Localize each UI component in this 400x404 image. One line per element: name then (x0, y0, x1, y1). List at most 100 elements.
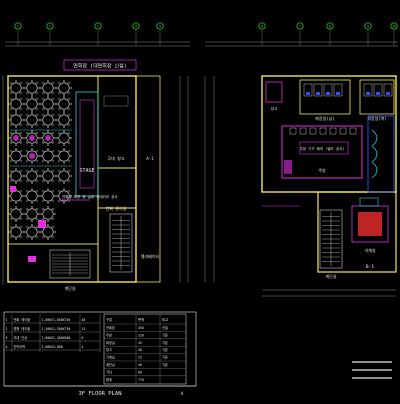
schedule-frame (103, 313, 187, 385)
right-floor-plan: 화장실(남) 화장실(여) 주방 주방 기구 배치 (별도 공사) 창고 기계실… (204, 41, 398, 282)
grid-bubble: 6 (258, 22, 266, 46)
schedule-cell: 60 (138, 370, 142, 374)
room-label-storage: 무대 창고 (107, 155, 124, 161)
restroom-zone (299, 79, 351, 115)
cad-canvas: 1 2 3 4 5 6 7 8 9 10 연회장 (대연회장 신설) STAGE 무대 창고 연회… (2, 22, 398, 397)
grid-bubble: 4 (132, 22, 140, 46)
legend-cell: 1,500X1,500X750 (42, 327, 71, 331)
legend-cell: 원형 테이블 (14, 326, 31, 331)
grid-label: 5 (159, 25, 161, 29)
grid-label: 7 (299, 25, 301, 29)
room-label-wc-m: 화장실(남) (315, 115, 335, 121)
legend-cell: 1,800X1,800X750 (42, 318, 71, 322)
toilet-stall (333, 83, 343, 97)
kitchen-unit (299, 127, 307, 135)
banquet-tables (8, 80, 72, 240)
stair-treads (112, 216, 130, 270)
round-table (40, 188, 56, 204)
round-table (24, 80, 40, 96)
schedule-cell: 기계실 (106, 355, 115, 360)
schedule-cell: 기존 (162, 347, 168, 352)
toilet-stall (303, 83, 313, 97)
grid-bubble: 8 (326, 22, 334, 46)
room-label-prep: 연회 준비실 (106, 205, 127, 211)
round-table (40, 96, 56, 112)
schedule-cell: 40 (138, 363, 142, 367)
legend-cell: 무대 단상 (14, 335, 28, 340)
cad-drawing-sheet: 1 2 3 4 5 6 7 8 9 10 연회장 (대연회장 신설) STAGE 무대 창고 연회… (0, 0, 400, 400)
round-table (8, 96, 24, 112)
schedule-cell: 기타 (106, 369, 112, 374)
schedule-cell: 기존 (162, 340, 168, 345)
schedule-cell: 25 (138, 356, 142, 360)
room-label-storage-r: 창고 (271, 106, 278, 111)
stage-label: STAGE (79, 168, 94, 174)
round-table (56, 148, 72, 164)
kitchen-unit (309, 127, 317, 135)
legend-cell: 1,800X2,400X600 (42, 336, 71, 340)
machine-equipment (358, 212, 382, 236)
legend-cell: 4 (6, 345, 8, 349)
schedule-cell: 45 (138, 341, 142, 345)
room-label-stair: 계단실 (64, 285, 75, 291)
legend-cell: 3 (6, 336, 8, 340)
grid-label: 9 (367, 25, 369, 29)
round-table (56, 96, 72, 112)
outer-wall (7, 75, 137, 283)
room-wall (97, 75, 137, 169)
head-table-marker (45, 135, 51, 141)
stage-platform (79, 99, 95, 189)
grid-bubble: 3 (94, 22, 102, 46)
legend-cell: 연회 테이블 (14, 317, 31, 322)
kitchen-unit (349, 127, 357, 135)
grid-bubble: 1 (14, 22, 22, 46)
schedule-cell: 450 (138, 326, 144, 330)
equipment-legend: 1 연회 테이블 1,800X1,800X750 48 2 원형 테이블 1,500X1,5… (3, 314, 101, 352)
right-note: 주방 기구 배치 (별도 공사) (300, 146, 345, 151)
stair-treads (322, 212, 340, 266)
left-floor-plan: 연회장 (대연회장 신설) STAGE 무대 창고 연회장 확장 및 실내 인테… (2, 41, 190, 291)
schedule-header: 면적 (138, 317, 144, 322)
round-table (8, 80, 24, 96)
kitchen-unit (289, 127, 297, 135)
equipment-tag (359, 197, 379, 207)
schedule-cell: 신설 (162, 325, 168, 330)
grid-bubble: 2 (46, 22, 54, 46)
legend-cell: 2 (6, 327, 8, 331)
schedule-header: 구분 (106, 317, 112, 322)
grid-bubble: 10 (390, 22, 398, 46)
round-table (40, 80, 56, 96)
schedule-cell: 화장실 (106, 340, 115, 345)
toilet-stall (323, 83, 333, 97)
title-block-lines (352, 361, 392, 379)
schedule-cell: 기존 (162, 332, 168, 337)
grid-axis-bubbles: 1 2 3 4 5 6 7 8 9 10 (14, 22, 398, 46)
round-table (24, 206, 40, 222)
grid-label: 3 (97, 25, 99, 29)
head-table-marker (29, 135, 35, 141)
round-table (56, 168, 72, 184)
room-wall (97, 207, 137, 283)
schedule-cell: 연회장 (106, 325, 115, 330)
marker (38, 220, 46, 228)
grid-bubble: 5 (156, 22, 164, 46)
head-table-marker (13, 135, 19, 141)
grid-bubble: 7 (296, 22, 304, 46)
schedule-header: 비고 (162, 317, 168, 322)
toilet-stall (373, 83, 383, 97)
round-table (8, 168, 24, 184)
schedule-cell: 계단실 (106, 362, 115, 367)
pipe-run (371, 129, 378, 179)
round-table (24, 112, 40, 128)
legend-cell: 6 (82, 336, 84, 340)
room-wall (97, 167, 137, 209)
round-table (24, 224, 40, 240)
storage-box (103, 95, 129, 107)
round-table (24, 96, 40, 112)
head-table-marker (29, 153, 35, 159)
grid-label: 4 (135, 25, 137, 29)
legend-cell: 12 (82, 327, 86, 331)
room-label-stair-r: 계단실 (325, 273, 336, 279)
toilet-stall (363, 83, 373, 97)
restroom-zone (359, 79, 395, 115)
